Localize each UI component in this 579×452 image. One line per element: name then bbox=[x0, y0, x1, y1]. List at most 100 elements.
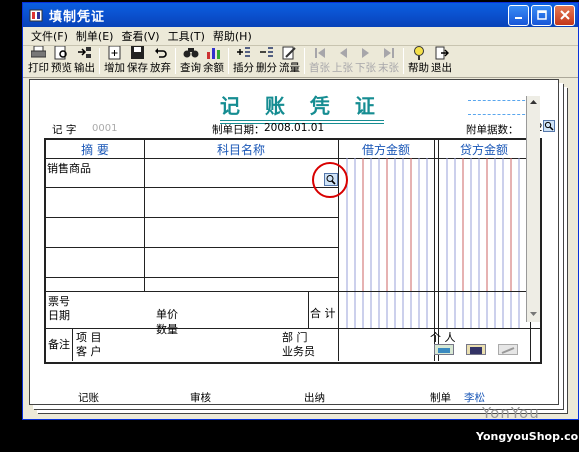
account-cell[interactable] bbox=[145, 160, 337, 186]
site-watermark: YongyouShop.com bbox=[476, 430, 579, 443]
first-button[interactable]: 首张 bbox=[308, 45, 331, 75]
toolbar-separator bbox=[175, 47, 176, 74]
toolbar-separator bbox=[304, 47, 305, 74]
debit-total-grid bbox=[346, 292, 428, 328]
save-icon bbox=[129, 45, 147, 60]
debit-digit-grid bbox=[346, 158, 428, 291]
prev-button[interactable]: 上张 bbox=[331, 45, 354, 75]
menu-help[interactable]: 帮助(H) bbox=[209, 28, 256, 44]
scroll-down-icon bbox=[530, 312, 537, 316]
next-button[interactable]: 下张 bbox=[354, 45, 377, 75]
person-label: 个 人 bbox=[430, 331, 456, 344]
delete-row-button[interactable]: 删分 bbox=[255, 45, 278, 75]
undo-icon bbox=[152, 45, 170, 60]
insert-row-button[interactable]: 插分 bbox=[232, 45, 255, 75]
exit-icon bbox=[433, 45, 451, 60]
close-icon bbox=[559, 10, 570, 20]
maximize-button[interactable] bbox=[531, 4, 552, 26]
voucher-window: 填制凭证 文件(F) 制单(E) 查看(V) 工具(T) 帮助(H) 打印 预览… bbox=[22, 2, 579, 420]
menu-file[interactable]: 文件(F) bbox=[27, 28, 72, 44]
voucher-title: 记 账 凭 证 bbox=[220, 90, 384, 124]
close-button[interactable] bbox=[554, 4, 575, 26]
preview-icon bbox=[53, 45, 71, 60]
summary-cell[interactable]: 销售商品 bbox=[47, 160, 143, 186]
total-label: 合 计 bbox=[310, 307, 336, 320]
account-cell[interactable] bbox=[145, 189, 337, 216]
credit-digit-grid bbox=[446, 158, 528, 291]
card-icon bbox=[438, 348, 450, 353]
summary-cell[interactable] bbox=[47, 189, 143, 216]
help-icon bbox=[410, 45, 428, 60]
toolbar: 打印 预览 输出 增加 保存 放弃 查询 余额 插分 删分 流量 首张 上张 下… bbox=[23, 45, 578, 78]
header-debit: 借方金额 bbox=[361, 142, 410, 157]
exit-button[interactable]: 退出 bbox=[430, 45, 453, 75]
remark-clear-button[interactable] bbox=[498, 344, 518, 355]
cashflow-icon bbox=[281, 45, 299, 60]
add-button[interactable]: 增加 bbox=[103, 45, 126, 75]
maximize-icon bbox=[536, 10, 547, 20]
account-cell[interactable] bbox=[145, 219, 337, 246]
salesman-label: 业务员 bbox=[282, 345, 315, 358]
scroll-up-icon bbox=[530, 100, 537, 104]
export-icon bbox=[76, 45, 94, 60]
insert-row-icon bbox=[235, 45, 253, 60]
balance-button[interactable]: 余额 bbox=[202, 45, 225, 75]
sign-audit: 审核 bbox=[190, 392, 211, 404]
account-cell[interactable] bbox=[145, 249, 337, 276]
menu-view[interactable]: 查看(V) bbox=[117, 28, 163, 44]
window-title: 填制凭证 bbox=[49, 9, 106, 25]
discard-button[interactable]: 放弃 bbox=[149, 45, 172, 75]
clear-icon bbox=[501, 347, 515, 354]
sign-cashier: 出纳 bbox=[304, 392, 325, 404]
print-button[interactable]: 打印 bbox=[27, 45, 50, 75]
title-bar: 填制凭证 bbox=[23, 3, 578, 27]
last-icon bbox=[380, 45, 398, 60]
attach-lookup-button[interactable] bbox=[543, 120, 555, 132]
account-cell[interactable] bbox=[145, 279, 337, 290]
sign-maker-name: 李松 bbox=[464, 392, 485, 404]
cashflow-button[interactable]: 流量 bbox=[278, 45, 301, 75]
credit-total-grid bbox=[446, 292, 520, 328]
remark-card-button[interactable] bbox=[434, 344, 454, 355]
minimize-button[interactable] bbox=[508, 4, 529, 26]
menu-make[interactable]: 制单(E) bbox=[72, 28, 118, 44]
export-button[interactable]: 输出 bbox=[73, 45, 96, 75]
last-button[interactable]: 末张 bbox=[377, 45, 400, 75]
minimize-icon bbox=[514, 17, 522, 19]
attach-label: 附单据数： bbox=[466, 124, 519, 136]
remark-label: 备注 bbox=[48, 338, 70, 351]
save-button[interactable]: 保存 bbox=[126, 45, 149, 75]
detail-icon bbox=[470, 347, 482, 354]
toolbar-separator bbox=[228, 47, 229, 74]
menu-bar: 文件(F) 制单(E) 查看(V) 工具(T) 帮助(H) bbox=[23, 27, 578, 46]
quantity-label: 数量 bbox=[156, 323, 178, 336]
unit-price-label: 单价 bbox=[156, 308, 178, 321]
preview-button[interactable]: 预览 bbox=[50, 45, 73, 75]
query-button[interactable]: 查询 bbox=[179, 45, 202, 75]
voucher-number[interactable]: 0001 bbox=[92, 123, 117, 134]
add-icon bbox=[106, 45, 124, 60]
help-button[interactable]: 帮助 bbox=[407, 45, 430, 75]
balance-icon bbox=[205, 45, 223, 60]
query-icon bbox=[182, 45, 200, 60]
header-summary: 摘 要 bbox=[81, 142, 109, 157]
date-label: 制单日期： bbox=[212, 124, 265, 136]
menu-tools[interactable]: 工具(T) bbox=[164, 28, 209, 44]
highlight-circle bbox=[312, 162, 348, 198]
sign-maker-label: 制单 bbox=[430, 392, 451, 404]
summary-cell[interactable] bbox=[47, 219, 143, 246]
summary-cell[interactable] bbox=[47, 279, 143, 290]
remark-detail-button[interactable] bbox=[466, 344, 486, 355]
first-icon bbox=[311, 45, 329, 60]
header-account: 科目名称 bbox=[216, 142, 265, 157]
date-value[interactable]: 2008.01.01 bbox=[264, 122, 324, 134]
toolbar-separator bbox=[99, 47, 100, 74]
decorative-dash bbox=[468, 114, 530, 115]
app-icon bbox=[29, 9, 43, 22]
voucher-type[interactable]: 记 字 bbox=[52, 122, 76, 137]
sign-bookkeeping: 记账 bbox=[78, 392, 99, 404]
vertical-scrollbar[interactable] bbox=[526, 96, 540, 322]
summary-cell[interactable] bbox=[47, 249, 143, 276]
voucher-table: 摘 要 科目名称 借方金额 贷方金额 销售商品 票号 日期 单价 数量 合 计 … bbox=[44, 138, 542, 364]
magnifier-icon bbox=[544, 121, 554, 131]
